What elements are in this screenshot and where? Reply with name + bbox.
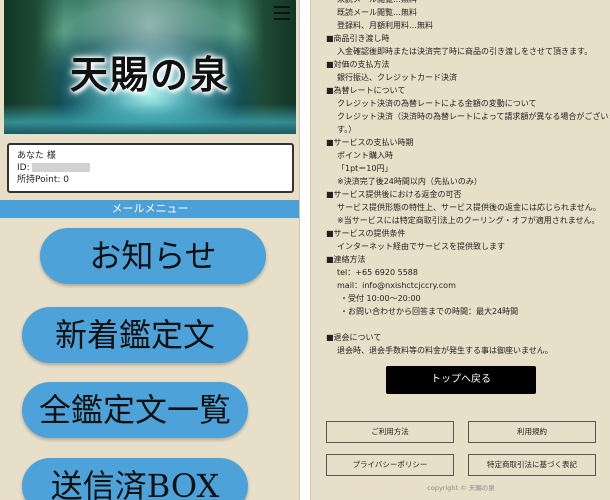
legal-text-line: ■商品引き渡し時 xyxy=(326,34,390,43)
legal-text-line: 退会時、退会手数料等の料金が発生する事は御座いません。 xyxy=(337,346,553,355)
site-title: 天賜の泉 xyxy=(69,52,230,97)
legal-text-line: 入金確認後即時または決済完了時に商品の引き渡しをさせて頂きます。 xyxy=(337,47,593,56)
footer-link-commercial-law[interactable]: 特定商取引法に基づく表記 xyxy=(468,454,596,476)
legal-text-line: サービス提供形態の特性上、サービス提供後の返金には応じられません。 xyxy=(337,203,601,212)
legal-text-line: インターネット経由でサービスを提供致します xyxy=(337,242,505,251)
user-id-label: ID: xyxy=(17,163,30,173)
mail-menu-header: メールメニュー xyxy=(0,200,299,218)
legal-text-line: tel：+65 6920 5588 xyxy=(337,268,418,277)
legal-text-line: ■対価の支払方法 xyxy=(326,60,390,69)
legal-text-line: ・受付 10:00〜20:00 xyxy=(340,294,421,303)
legal-text-line: ■サービスの支払い時期 xyxy=(326,138,414,147)
legal-text-block: 未読メール閲覧…無料既読メール閲覧…無料登録料、月額利用料…無料■商品引き渡し時… xyxy=(326,0,610,357)
user-points: 所持Point: 0 xyxy=(17,175,69,185)
user-id-redacted xyxy=(31,163,90,172)
legal-text-line: ※決済完了後24時間以内（先払いのみ） xyxy=(337,177,482,186)
new-readings-button[interactable]: 新着鑑定文 xyxy=(22,307,248,363)
legal-text-line: す。） xyxy=(337,125,357,134)
legal-text-line: 「1pt＝10円」 xyxy=(337,164,393,173)
legal-text-line: ■サービス提供後における返金の可否 xyxy=(326,190,462,199)
legal-text-line: ■サービスの提供条件 xyxy=(326,229,406,238)
footer-link-usage-guide[interactable]: ご利用方法 xyxy=(326,421,454,443)
legal-text-line: mail：info@nxishctcjccry.com xyxy=(337,281,456,290)
legal-info-screen: 未読メール閲覧…無料既読メール閲覧…無料登録料、月額利用料…無料■商品引き渡し時… xyxy=(310,0,610,500)
legal-text-line: クレジット決済（決済時の為替レートによって請求額が異なる場合がございま xyxy=(337,112,610,121)
back-to-top-button[interactable]: トップへ戻る xyxy=(386,366,536,394)
banner-spring-water xyxy=(4,104,296,134)
legal-text-line: 登録料、月額利用料…無料 xyxy=(337,21,433,30)
user-name: あなた 様 xyxy=(17,151,56,161)
legal-text-line: ■為替レートについて xyxy=(326,86,406,95)
legal-text-line: ■連絡方法 xyxy=(326,255,366,264)
all-readings-button[interactable]: 全鑑定文一覧 xyxy=(22,382,248,438)
footer-link-privacy-policy[interactable]: プライバシーポリシー xyxy=(326,454,454,476)
footer-link-terms[interactable]: 利用規約 xyxy=(468,421,596,443)
user-info-box: あなた 様 ID: 所持Point: 0 xyxy=(7,143,294,193)
user-id-row: ID: xyxy=(17,162,284,174)
hamburger-menu-icon[interactable] xyxy=(274,6,290,20)
copyright: copyright © 天賜の泉 xyxy=(427,484,495,492)
legal-text-line: ■退会について xyxy=(326,333,382,342)
news-button[interactable]: お知らせ xyxy=(40,228,266,284)
legal-text-line: ※当サービスには特定商取引法上のクーリング・オフが適用されません。 xyxy=(337,216,600,225)
legal-text-line: 既読メール閲覧…無料 xyxy=(337,8,417,17)
menu-screen: 天賜の泉 あなた 様 ID: 所持Point: 0 メールメニュー お知らせ 新… xyxy=(0,0,300,500)
legal-text-line: ポイント購入時 xyxy=(337,151,393,160)
legal-text-line: クレジット決済の為替レートによる金額の変動について xyxy=(337,99,537,108)
site-header-banner: 天賜の泉 xyxy=(4,0,296,134)
legal-text-line: 銀行振込、クレジットカード決済 xyxy=(337,73,457,82)
sent-box-button[interactable]: 送信済BOX xyxy=(22,458,248,500)
legal-text-line: ・お問い合わせから回答までの時間：最大24時間 xyxy=(340,307,519,316)
